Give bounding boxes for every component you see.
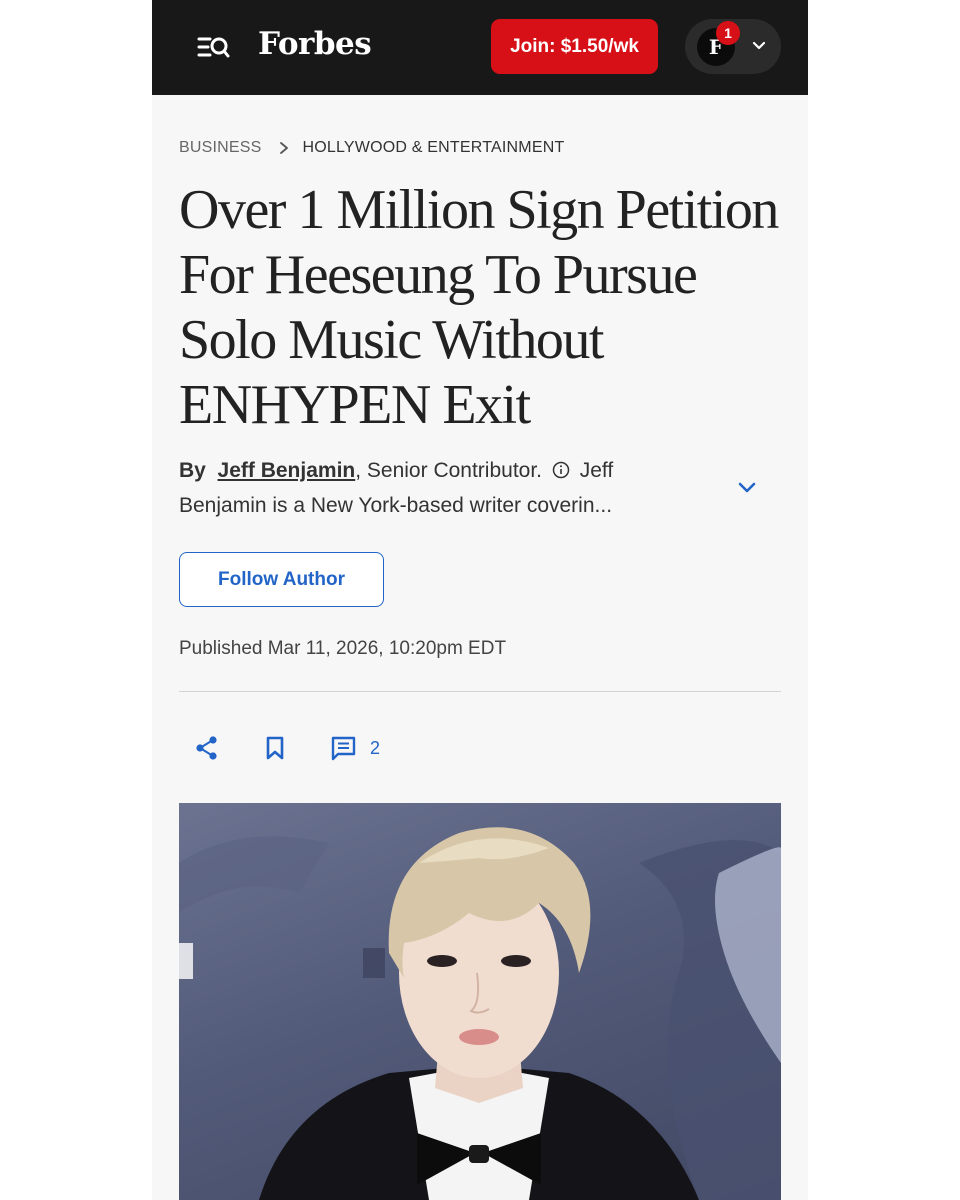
article-headline: Over 1 Million Sign Petition For Heeseun… — [179, 179, 779, 436]
menu-search-icon[interactable] — [196, 30, 230, 64]
comment-count: 2 — [370, 737, 381, 758]
chevron-down-icon — [752, 41, 766, 50]
account-menu-button[interactable]: F 1 — [685, 19, 781, 74]
forbes-logo[interactable]: Forbes — [258, 26, 372, 62]
comment-icon — [331, 736, 356, 760]
notification-badge: 1 — [716, 21, 740, 45]
info-icon[interactable] — [552, 461, 570, 479]
byline-prefix: By — [179, 459, 206, 482]
follow-author-button[interactable]: Follow Author — [179, 552, 384, 607]
breadcrumb-business[interactable]: BUSINESS — [179, 139, 262, 157]
join-subscription-button[interactable]: Join: $1.50/wk — [491, 19, 658, 74]
portrait-photo — [179, 827, 781, 1200]
share-icon[interactable] — [194, 735, 220, 761]
author-role: , Senior Contributor. — [355, 459, 542, 482]
comments-button[interactable]: 2 — [330, 733, 380, 763]
bookmark-icon[interactable] — [263, 735, 287, 761]
divider — [179, 691, 781, 692]
author-link[interactable]: Jeff Benjamin — [218, 459, 356, 482]
breadcrumb: BUSINESS HOLLYWOOD & ENTERTAINMENT — [179, 139, 564, 157]
breadcrumb-hollywood-entertainment[interactable]: HOLLYWOOD & ENTERTAINMENT — [303, 139, 565, 157]
top-navigation-bar: Forbes Join: $1.50/wk F 1 — [152, 0, 808, 95]
chevron-down-icon[interactable] — [736, 476, 758, 498]
forbes-article-screen: Forbes Join: $1.50/wk F 1 BUSINESS HOLLY… — [152, 0, 808, 1200]
published-date: Published Mar 11, 2026, 10:20pm EDT — [179, 638, 507, 659]
chevron-right-icon — [279, 142, 288, 154]
byline: By Jeff Benjamin, Senior Contributor. Je… — [179, 453, 699, 523]
article-hero-image — [179, 803, 781, 1200]
